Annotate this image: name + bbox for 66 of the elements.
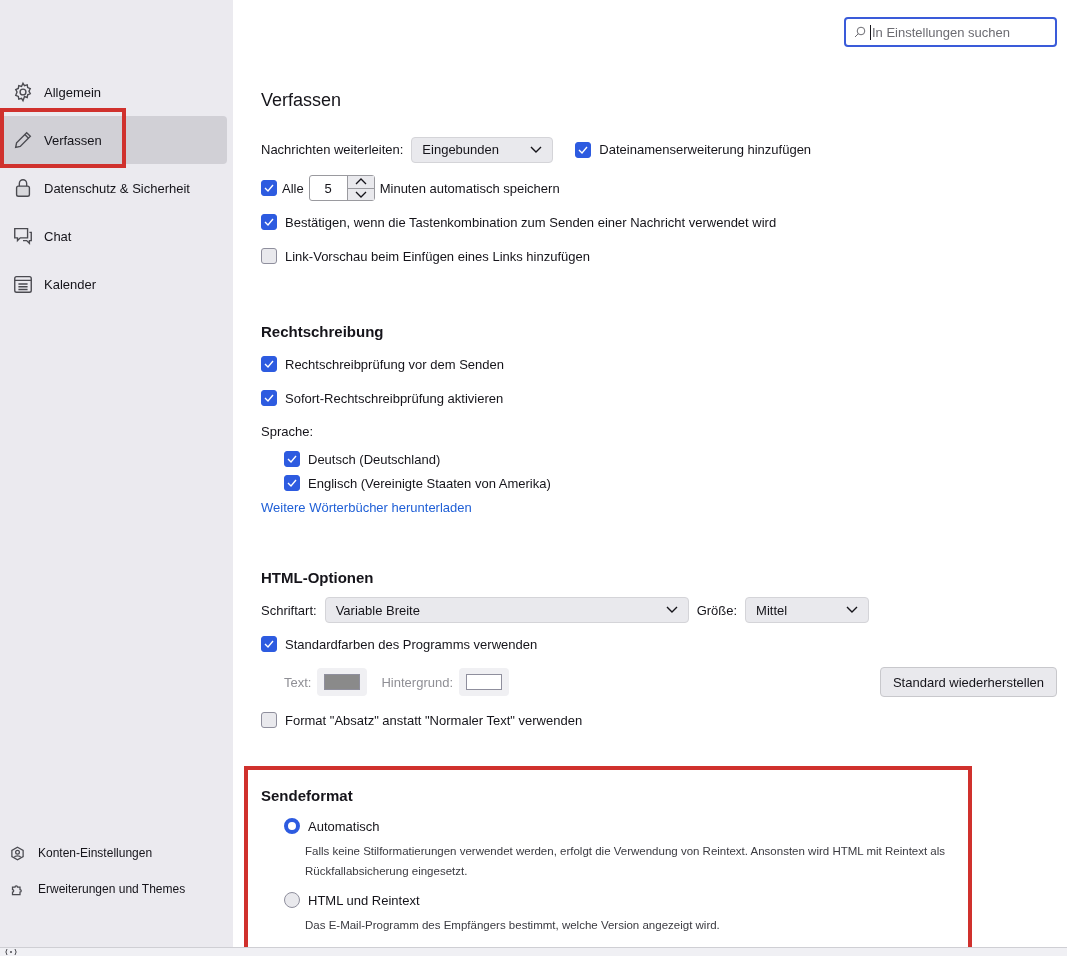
color-label: Text: xyxy=(284,674,312,690)
section-title: Rechtschreibung xyxy=(261,323,385,342)
color-label: Hintergrund: xyxy=(381,674,453,690)
checkbox[interactable] xyxy=(284,451,300,467)
checkbox[interactable] xyxy=(261,248,277,264)
chat-icon xyxy=(12,225,34,247)
pencil-icon xyxy=(12,129,34,151)
page-title: Verfassen xyxy=(261,90,343,112)
checkbox-label: Englisch (Vereinigte Staaten von Amerika) xyxy=(308,475,551,491)
sidebar-item[interactable]: Chat xyxy=(0,212,227,260)
gear-icon xyxy=(12,81,34,103)
radio-button[interactable] xyxy=(284,818,300,834)
download-link[interactable]: Weitere Wörterbücher herunterladen xyxy=(261,499,472,515)
chevron-down-icon xyxy=(846,606,859,614)
section-title: HTML-Optionen xyxy=(261,569,375,588)
sidebar-item[interactable]: Allgemein xyxy=(0,68,227,116)
radio-label: HTML und Reintext xyxy=(308,892,420,908)
minutes-spinner[interactable]: 5 xyxy=(308,175,375,201)
forward-dropdown[interactable]: Eingebunden xyxy=(411,136,554,163)
checkbox[interactable] xyxy=(575,141,592,158)
checkbox-label: Rechtschreibprüfung vor dem Senden xyxy=(285,356,504,372)
option-description: Falls keine Stilformatierungen verwendet werden, erfolgt die Verwendung von Reintext. Ansonsten wird HTML mit Reintext als Rückfallabsicherung eingesetzt. xyxy=(304,844,947,879)
calendar-icon xyxy=(12,273,34,295)
radio-label: Automatisch xyxy=(308,818,380,834)
checkbox[interactable] xyxy=(284,475,300,491)
check-icon xyxy=(263,216,275,228)
check-icon xyxy=(263,182,275,194)
sidebar-link[interactable]: Erweiterungen und Themes xyxy=(0,871,227,907)
field-label: Minuten automatisch speichern xyxy=(379,180,560,196)
check-icon xyxy=(263,392,275,404)
checkbox[interactable] xyxy=(261,712,277,728)
checkbox[interactable] xyxy=(261,390,277,406)
checkbox[interactable] xyxy=(261,214,277,230)
checkbox-label: Deutsch (Deutschland) xyxy=(308,451,441,467)
signal-icon xyxy=(4,948,18,956)
group-label: Sprache: xyxy=(261,423,314,439)
field-label: Größe: xyxy=(696,602,738,618)
field-label: Nachrichten weiterleiten: xyxy=(261,142,404,157)
check-icon xyxy=(286,477,298,489)
checkbox-label: Sofort-Rechtschreibprüfung aktivieren xyxy=(285,390,504,406)
checkbox-label: Standardfarben des Programms verwenden xyxy=(285,636,538,652)
checkbox[interactable] xyxy=(261,636,277,652)
sidebar-item[interactable]: Kalender xyxy=(0,260,227,308)
check-icon xyxy=(263,358,275,370)
checkbox[interactable] xyxy=(261,180,277,196)
sidebar-link[interactable]: Konten-Einstellungen xyxy=(0,835,227,871)
option-description: Das E-Mail-Programm des Empfängers bestimmt, welche Version angezeigt wird. xyxy=(304,918,721,933)
search-field[interactable]: In Einstellungen suchen xyxy=(844,17,1057,47)
checkbox-label: Link-Vorschau beim Einfügen eines Links hinzufügen xyxy=(285,248,590,264)
chevron-down-icon xyxy=(530,145,543,154)
radio-button[interactable] xyxy=(284,892,300,908)
checkbox-label: Alle xyxy=(282,180,304,196)
account-icon xyxy=(10,845,25,861)
search-icon xyxy=(854,26,866,38)
check-icon xyxy=(263,638,275,650)
check-icon xyxy=(286,453,298,465)
checkbox-label: Format "Absatz" anstatt "Normaler Text" verwenden xyxy=(285,712,583,728)
checkbox[interactable] xyxy=(261,356,277,372)
font-dropdown[interactable]: Variable Breite xyxy=(324,597,689,623)
checkbox-label: Dateinamenserweiterung hinzufügen xyxy=(599,142,812,157)
chevron-down-icon xyxy=(665,606,678,614)
section-title: Sendeformat xyxy=(261,787,354,806)
checkbox-label: Bestätigen, wenn die Tastenkombination zum Senden einer Nachricht verwendet wird xyxy=(285,214,777,230)
size-dropdown[interactable]: Mittel xyxy=(745,597,870,623)
field-label: Schriftart: xyxy=(261,602,317,618)
sidebar-item[interactable]: Datenschutz & Sicherheit xyxy=(0,164,227,212)
